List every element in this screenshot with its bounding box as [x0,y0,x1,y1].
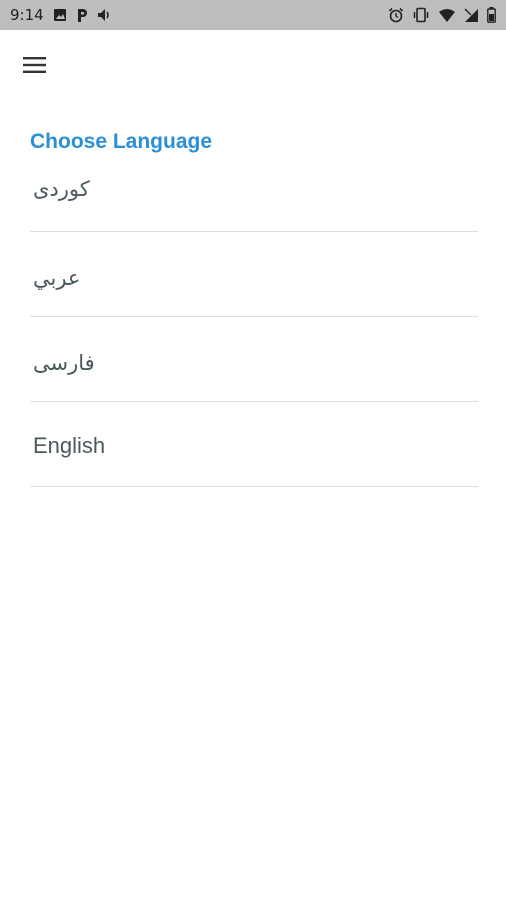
language-option-kurdish[interactable]: کوردی [30,147,478,232]
volume-icon [97,8,112,22]
wifi-icon [438,8,456,23]
alarm-icon [388,7,404,23]
language-option-english[interactable]: English [30,402,478,487]
parking-p-icon [76,8,88,23]
battery-icon [487,7,496,23]
language-option-arabic[interactable]: عربي [30,232,478,317]
hamburger-menu-icon[interactable] [18,50,52,80]
app-screen: 9:14 Choose Language کوردی عربي فارسی En… [0,0,506,900]
vibrate-icon [412,7,430,23]
language-label: English [33,433,106,458]
language-label: کوردی [33,177,90,201]
status-bar: 9:14 [0,0,506,30]
language-label: فارسی [33,351,95,375]
language-list: کوردی عربي فارسی English [30,147,478,487]
language-label: عربي [33,266,81,290]
status-bar-right [388,7,496,23]
status-time: 9:14 [10,6,44,24]
image-icon [53,8,67,22]
status-bar-left: 9:14 [10,6,112,24]
signal-icon [464,8,479,23]
language-option-persian[interactable]: فارسی [30,317,478,402]
